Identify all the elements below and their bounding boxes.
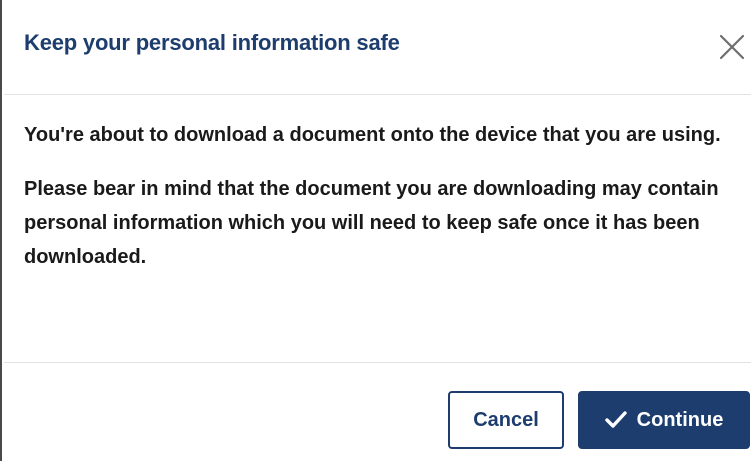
cancel-button-label: Cancel bbox=[473, 408, 539, 431]
check-icon bbox=[604, 410, 627, 430]
close-button[interactable] bbox=[717, 32, 747, 62]
dialog-message-download: You're about to download a document onto… bbox=[24, 124, 721, 146]
dialog-header: Keep your personal information safe bbox=[4, 0, 751, 95]
footer-divider bbox=[4, 362, 751, 363]
close-icon bbox=[719, 34, 745, 60]
cancel-button[interactable]: Cancel bbox=[448, 391, 564, 449]
download-warning-dialog: Keep your personal information safe You'… bbox=[0, 0, 751, 461]
dialog-message-personal-info: Please bear in mind that the document yo… bbox=[24, 178, 719, 268]
continue-button[interactable]: Continue bbox=[578, 391, 750, 449]
continue-button-label: Continue bbox=[636, 408, 724, 431]
dialog-title: Keep your personal information safe bbox=[24, 30, 400, 55]
dialog-body: You're about to download a document onto… bbox=[24, 118, 745, 274]
